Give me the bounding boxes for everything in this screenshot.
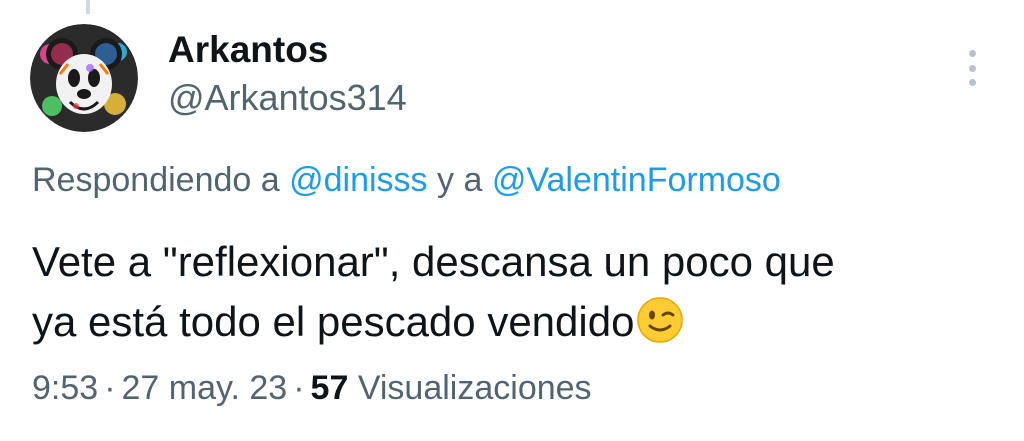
replying-to-prefix: Respondiendo a — [32, 161, 280, 199]
tweet-text-line: ya está todo el pescado vendido — [32, 292, 992, 352]
winking-face-emoji-icon — [637, 297, 684, 343]
meta-separator: · — [293, 369, 305, 407]
tweet-text: Vete a "reflexionar", descansa un poco q… — [32, 232, 992, 352]
more-dot-icon — [968, 64, 976, 72]
tweet-time[interactable]: 9:53 — [32, 369, 98, 407]
views-label: Visualizaciones — [357, 369, 592, 407]
author-handle[interactable]: @Arkantos314 — [168, 76, 407, 120]
mention-link-valentinformoso[interactable]: @ValentinFormoso — [492, 161, 781, 199]
tweet-text-line-content: ya está todo el pescado vendido — [32, 298, 635, 345]
avatar-image — [30, 24, 138, 132]
views-count: 57 — [310, 369, 349, 407]
tweet-date[interactable]: 27 may. 23 — [122, 369, 288, 407]
tweet-metadata: 9:53 · 27 may. 23 · 57 Visualizaciones — [32, 366, 592, 410]
tweet-text-line: Vete a "reflexionar", descansa un poco q… — [32, 238, 835, 285]
more-options-button[interactable] — [958, 46, 986, 90]
replying-to-line: Respondiendo a @dinisss y a @ValentinFor… — [32, 158, 781, 202]
mention-link-dinisss[interactable]: @dinisss — [289, 161, 427, 199]
thread-connector-line — [86, 0, 90, 14]
replying-to-joiner: y a — [437, 161, 483, 199]
more-dot-icon — [968, 79, 976, 86]
avatar[interactable] — [30, 24, 138, 132]
author-display-name[interactable]: Arkantos — [168, 28, 328, 72]
meta-separator: · — [104, 369, 116, 407]
more-dot-icon — [968, 50, 976, 57]
